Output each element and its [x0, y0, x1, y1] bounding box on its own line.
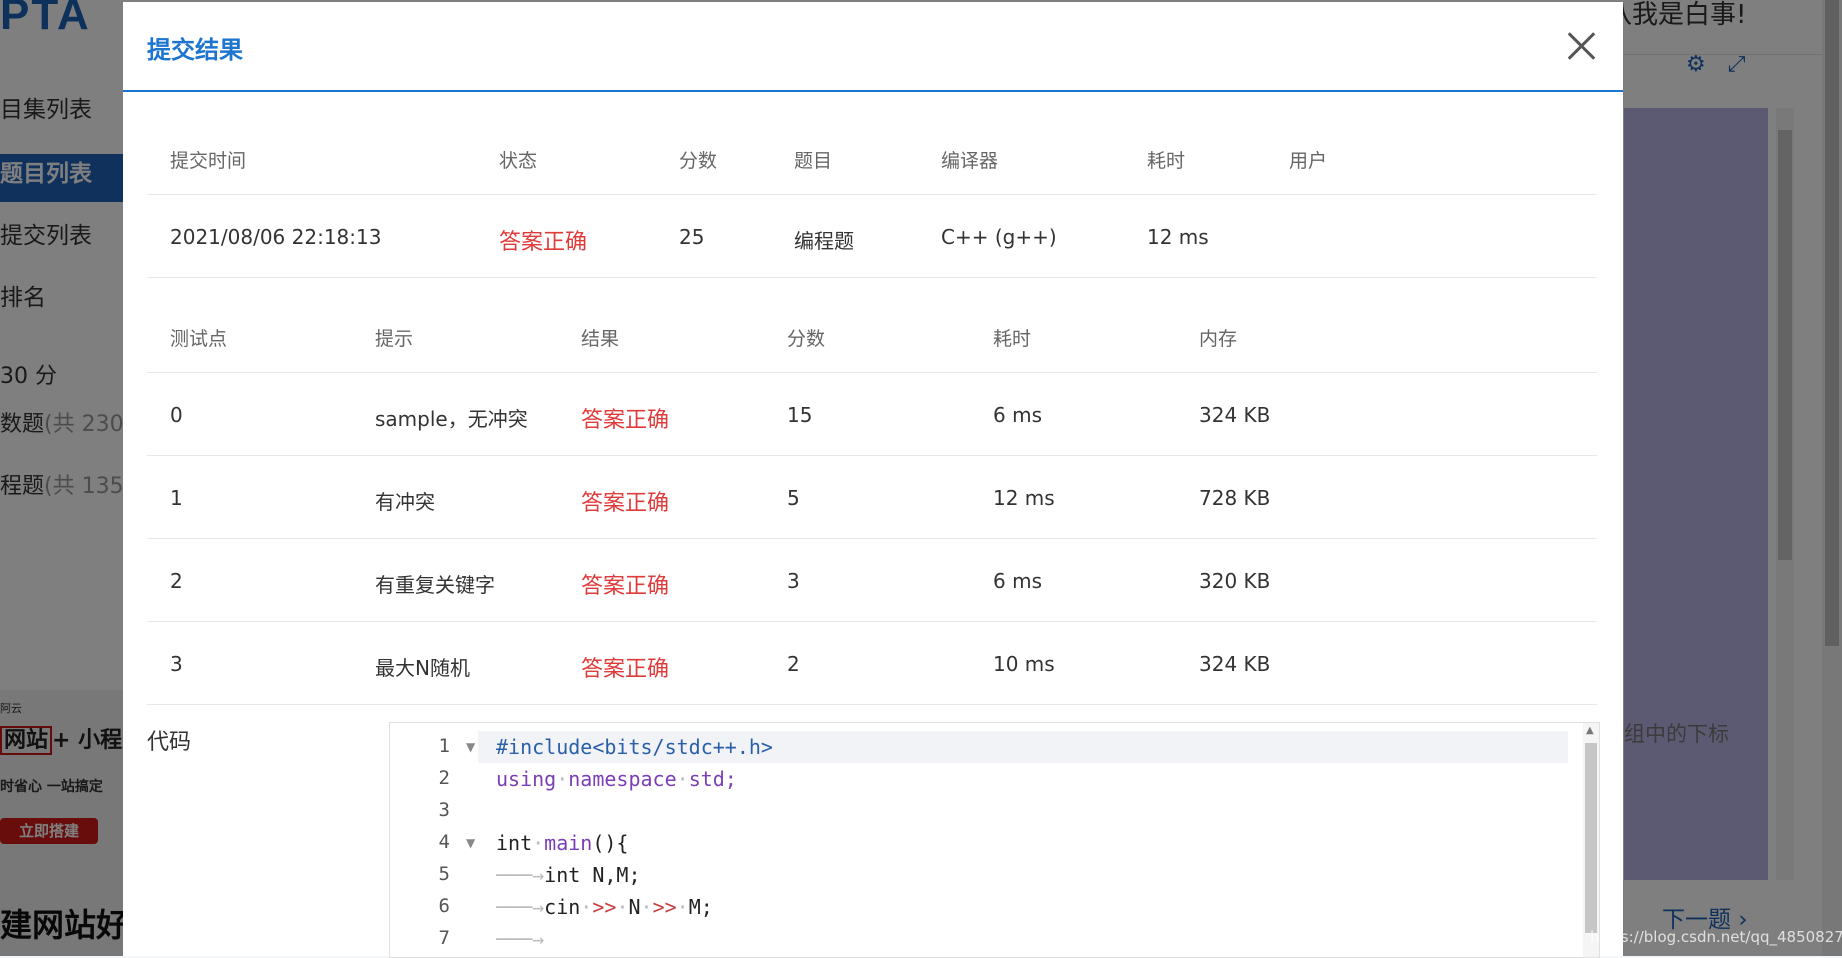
table-row: 2 有重复关键字 答案正确 3 6 ms 320 KB [147, 539, 1597, 622]
col-time: 耗时 [993, 328, 1032, 350]
submission-result-modal: 提交结果 提交时间 状态 分数 题目 编译器 耗时 用户 2021/08/06 … [123, 2, 1623, 958]
summary-header-row: 提交时间 状态 分数 题目 编译器 耗时 用户 [147, 112, 1597, 195]
testcase-id: 0 [170, 403, 183, 427]
testcase-score: 2 [787, 652, 800, 676]
line-number: 6 [438, 895, 450, 917]
col-problem: 题目 [794, 150, 833, 172]
testcase-memory: 728 KB [1199, 486, 1271, 510]
code-token: namespace [568, 767, 677, 791]
code-token: >> [592, 895, 617, 919]
testcase-hint: 有冲突 [375, 490, 435, 514]
col-user: 用户 [1289, 150, 1328, 172]
testcase-id: 2 [170, 569, 183, 593]
testcase-header-row: 测试点 提示 结果 分数 耗时 内存 [147, 290, 1597, 373]
close-icon[interactable] [1563, 28, 1599, 64]
compiler-value: C++ (g++) [941, 225, 1057, 249]
line-number: 1 [438, 735, 450, 757]
code-token: N [628, 895, 641, 919]
col-compiler: 编译器 [941, 150, 999, 172]
line-number: 7 [438, 927, 450, 949]
code-token: using [496, 767, 557, 791]
testcase-result: 答案正确 [581, 574, 670, 599]
code-editor[interactable]: 1 ▼ 2 3 4 ▼ 5 6 7 #include<bits/stdc++.h… [389, 722, 1600, 958]
code-token: main [544, 831, 593, 855]
testcase-id: 3 [170, 652, 183, 676]
code-line-4: int·main(){ [496, 831, 629, 855]
col-submit-time: 提交时间 [170, 150, 247, 172]
fold-arrow-icon[interactable]: ▼ [466, 740, 475, 754]
testcase-id: 1 [170, 486, 183, 510]
code-line-5: ───→int N,M; [496, 863, 641, 887]
testcase-table: 测试点 提示 结果 分数 耗时 内存 0 sample，无冲突 答案正确 15 … [147, 290, 1597, 705]
modal-title: 提交结果 [147, 36, 243, 64]
table-row: 3 最大N随机 答案正确 2 10 ms 324 KB [147, 622, 1597, 705]
editor-scrollbar[interactable] [1583, 723, 1599, 957]
editor-scroll-thumb[interactable] [1585, 743, 1597, 933]
scroll-up-icon[interactable]: ▲ [1586, 725, 1594, 736]
testcase-score: 5 [787, 486, 800, 510]
table-row: 0 sample，无冲突 答案正确 15 6 ms 324 KB [147, 373, 1597, 456]
watermark: https://blog.csdn.net/qq_48508278 [1590, 928, 1842, 946]
testcase-score: 3 [787, 569, 800, 593]
col-hint: 提示 [375, 328, 414, 350]
code-line-1: #include<bits/stdc++.h> [496, 735, 773, 759]
table-row: 1 有冲突 答案正确 5 12 ms 728 KB [147, 456, 1597, 539]
code-line-6: ───→cin·>>·N·>>·M; [496, 895, 713, 919]
testcase-result: 答案正确 [581, 491, 670, 516]
score-value: 25 [679, 225, 705, 249]
code-token: std; [688, 767, 737, 791]
testcase-memory: 324 KB [1199, 652, 1271, 676]
testcase-hint: sample，无冲突 [375, 407, 528, 431]
code-line-2: using·namespace·std; [496, 767, 737, 791]
col-testcase: 测试点 [170, 328, 228, 350]
line-number: 2 [438, 767, 450, 789]
code-token: M; [688, 895, 713, 919]
modal-header: 提交结果 [123, 2, 1623, 92]
testcase-score: 15 [787, 403, 813, 427]
testcase-time: 10 ms [993, 652, 1055, 676]
testcase-hint: 最大N随机 [375, 656, 470, 680]
col-result: 结果 [581, 328, 620, 350]
testcase-time: 6 ms [993, 569, 1042, 593]
line-number: 3 [438, 799, 450, 821]
summary-row: 2021/08/06 22:18:13 答案正确 25 编程题 C++ (g++… [147, 195, 1597, 278]
code-line-7: ───→ [496, 927, 545, 951]
line-number: 5 [438, 863, 450, 885]
submit-time: 2021/08/06 22:18:13 [170, 225, 382, 249]
testcase-memory: 320 KB [1199, 569, 1271, 593]
code-token: int N,M; [544, 863, 641, 887]
col-status: 状态 [499, 150, 538, 172]
testcase-memory: 324 KB [1199, 403, 1271, 427]
duration-value: 12 ms [1147, 225, 1209, 249]
testcase-time: 12 ms [993, 486, 1055, 510]
code-token: >> [652, 895, 677, 919]
testcase-hint: 有重复关键字 [375, 573, 495, 597]
status-badge: 答案正确 [499, 230, 588, 255]
line-gutter: 1 ▼ 2 3 4 ▼ 5 6 7 [390, 723, 478, 957]
col-memory: 内存 [1199, 328, 1238, 350]
testcase-result: 答案正确 [581, 408, 670, 433]
code-label: 代码 [147, 730, 192, 755]
line-number: 4 [438, 831, 450, 853]
problem-link[interactable]: 编程题 [794, 225, 854, 254]
code-token: cin [544, 895, 581, 919]
testcase-result: 答案正确 [581, 657, 670, 682]
col-test-score: 分数 [787, 328, 826, 350]
code-token: int [496, 831, 533, 855]
code-token: (){ [592, 831, 629, 855]
testcase-time: 6 ms [993, 403, 1042, 427]
col-duration: 耗时 [1147, 150, 1186, 172]
summary-table: 提交时间 状态 分数 题目 编译器 耗时 用户 2021/08/06 22:18… [147, 112, 1597, 278]
fold-arrow-icon[interactable]: ▼ [466, 836, 475, 850]
col-score: 分数 [679, 150, 718, 172]
